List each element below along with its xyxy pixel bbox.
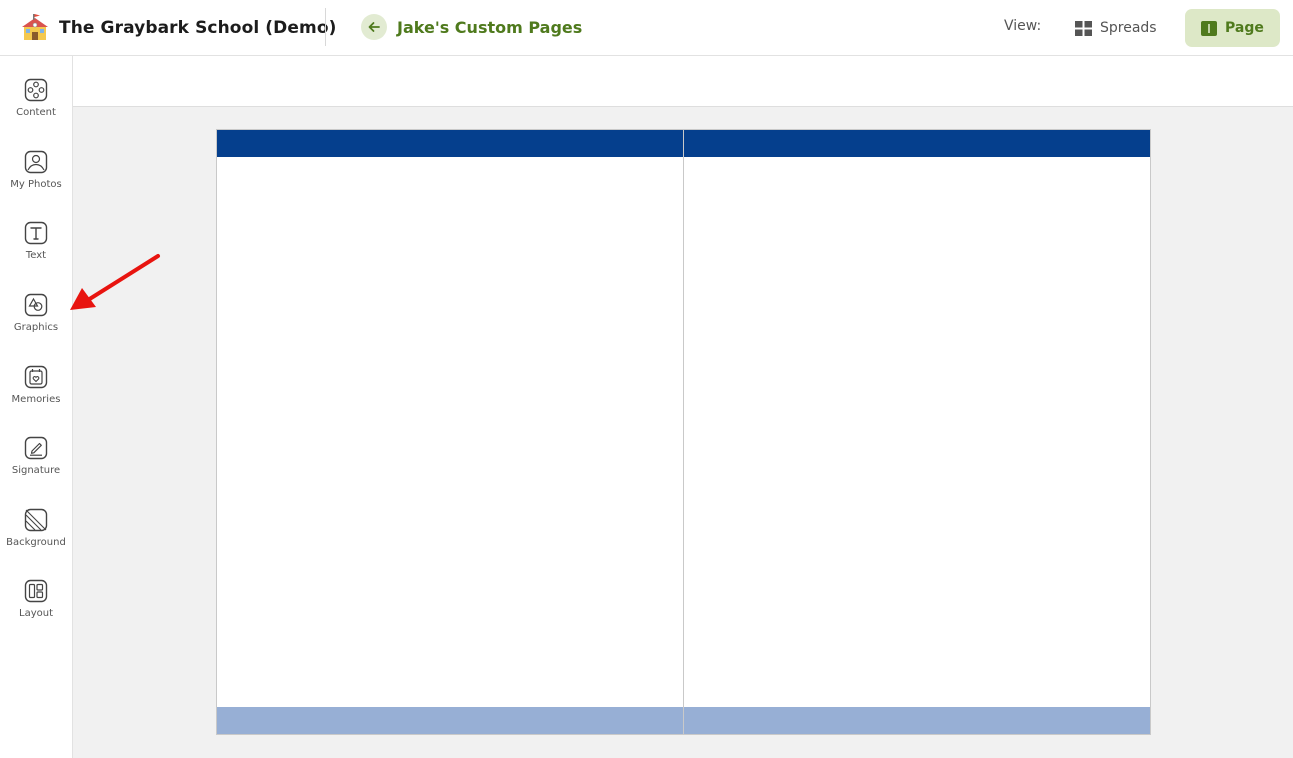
sidebar-item-label: Content xyxy=(16,107,56,118)
photos-icon xyxy=(24,150,48,174)
background-icon xyxy=(24,508,48,532)
sidebar-item-memories[interactable]: Memories xyxy=(0,365,72,427)
view-spreads-label: Spreads xyxy=(1100,20,1157,36)
view-page-label: Page xyxy=(1225,20,1264,36)
sidebar-item-label: Signature xyxy=(11,465,61,476)
content-icon xyxy=(24,78,48,102)
layout-icon xyxy=(24,579,48,603)
sidebar-item-label: My Photos xyxy=(10,179,62,190)
tool-sidebar: Content My Photos Text Graphics Memories… xyxy=(0,56,73,758)
text-icon xyxy=(24,221,48,245)
single-page-icon xyxy=(1201,20,1217,36)
page-header-band[interactable] xyxy=(217,130,683,157)
sidebar-item-label: Background xyxy=(6,537,66,548)
page-footer-band[interactable] xyxy=(217,707,683,734)
sidebar-item-layout[interactable]: Layout xyxy=(0,579,72,641)
page-header-band[interactable] xyxy=(684,130,1150,157)
sidebar-item-text[interactable]: Text xyxy=(0,221,72,283)
school-building-icon xyxy=(20,13,50,43)
view-spreads-button[interactable]: Spreads xyxy=(1064,9,1168,47)
header-divider xyxy=(325,8,326,46)
arrow-left-icon[interactable] xyxy=(361,14,387,40)
left-page[interactable] xyxy=(216,129,684,735)
school-header[interactable]: The Graybark School (Demo) xyxy=(20,12,336,44)
view-page-button[interactable]: Page xyxy=(1185,9,1280,47)
memories-icon xyxy=(24,365,48,389)
editor-toolbar xyxy=(73,56,1293,107)
page-footer-band[interactable] xyxy=(684,707,1150,734)
grid-icon xyxy=(1075,20,1092,36)
school-name: The Graybark School (Demo) xyxy=(59,18,337,38)
top-bar: The Graybark School (Demo) Jake's Custom… xyxy=(0,0,1293,56)
sidebar-item-my-photos[interactable]: My Photos xyxy=(0,150,72,212)
sidebar-item-signature[interactable]: Signature xyxy=(0,436,72,498)
view-label: View: xyxy=(1004,18,1042,34)
sidebar-item-background[interactable]: Background xyxy=(0,508,72,570)
sidebar-item-graphics[interactable]: Graphics xyxy=(0,293,72,355)
page-title: Jake's Custom Pages xyxy=(397,17,583,37)
sidebar-item-content[interactable]: Content xyxy=(0,78,72,140)
sidebar-item-label: Graphics xyxy=(13,322,59,333)
page-spread xyxy=(216,129,1152,735)
graphics-icon xyxy=(24,293,48,317)
right-page[interactable] xyxy=(683,129,1151,735)
back-to-pages-link[interactable]: Jake's Custom Pages xyxy=(361,14,582,40)
sidebar-item-label: Text xyxy=(25,250,47,261)
sidebar-item-label: Memories xyxy=(11,394,61,405)
sidebar-item-label: Layout xyxy=(19,608,53,619)
signature-icon xyxy=(24,436,48,460)
